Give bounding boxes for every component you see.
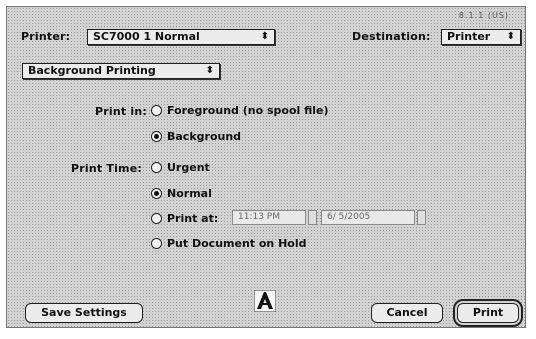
radio-button[interactable]	[151, 238, 162, 249]
radio-hold[interactable]: Put Document on Hold	[151, 237, 307, 250]
radio-button[interactable]	[151, 131, 162, 142]
panel-popup[interactable]: Background Printing ⬍	[22, 63, 220, 79]
time-stepper[interactable]	[308, 210, 317, 225]
destination-popup-value: Printer	[447, 30, 491, 43]
radio-label: Normal	[167, 187, 212, 200]
printer-label: Printer:	[21, 30, 71, 43]
printer-popup[interactable]: SC7000 1 Normal ⬍	[87, 29, 275, 45]
panel-popup-value: Background Printing	[28, 64, 156, 77]
radio-foreground[interactable]: Foreground (no spool file)	[151, 104, 329, 117]
version-text: 8.1.1 (US)	[458, 11, 509, 20]
popup-arrows-icon: ⬍	[506, 31, 515, 42]
print-dialog: 8.1.1 (US) Printer: SC7000 1 Normal ⬍ De…	[6, 6, 526, 328]
cancel-button[interactable]: Cancel	[371, 303, 443, 323]
print-in-label: Print in:	[95, 105, 147, 118]
radio-label: Background	[167, 130, 242, 143]
radio-label: Foreground (no spool file)	[167, 104, 329, 117]
radio-label: Print at:	[167, 212, 219, 225]
radio-print-at[interactable]: Print at:	[151, 212, 218, 225]
popup-arrows-icon: ⬍	[205, 65, 214, 76]
destination-popup[interactable]: Printer ⬍	[441, 29, 521, 45]
radio-button[interactable]	[151, 213, 162, 224]
time-field[interactable]: 11:13 PM	[232, 210, 306, 225]
radio-label: Urgent	[167, 161, 210, 174]
radio-normal[interactable]: Normal	[151, 187, 212, 200]
destination-label: Destination:	[352, 30, 431, 43]
radio-background[interactable]: Background	[151, 130, 241, 143]
print-time-label: Print Time:	[71, 162, 142, 175]
print-button[interactable]: Print	[457, 303, 519, 323]
radio-label: Put Document on Hold	[167, 237, 307, 250]
date-field[interactable]: 6/ 5/2005	[321, 210, 415, 225]
save-settings-button[interactable]: Save Settings	[25, 303, 143, 323]
radio-button[interactable]	[151, 188, 162, 199]
radio-button[interactable]	[151, 105, 162, 116]
date-stepper[interactable]	[417, 210, 426, 225]
printer-popup-value: SC7000 1 Normal	[93, 30, 200, 43]
radio-button[interactable]	[151, 162, 162, 173]
radio-urgent[interactable]: Urgent	[151, 161, 210, 174]
popup-arrows-icon: ⬍	[260, 31, 269, 42]
adobe-logo-icon	[254, 290, 276, 312]
